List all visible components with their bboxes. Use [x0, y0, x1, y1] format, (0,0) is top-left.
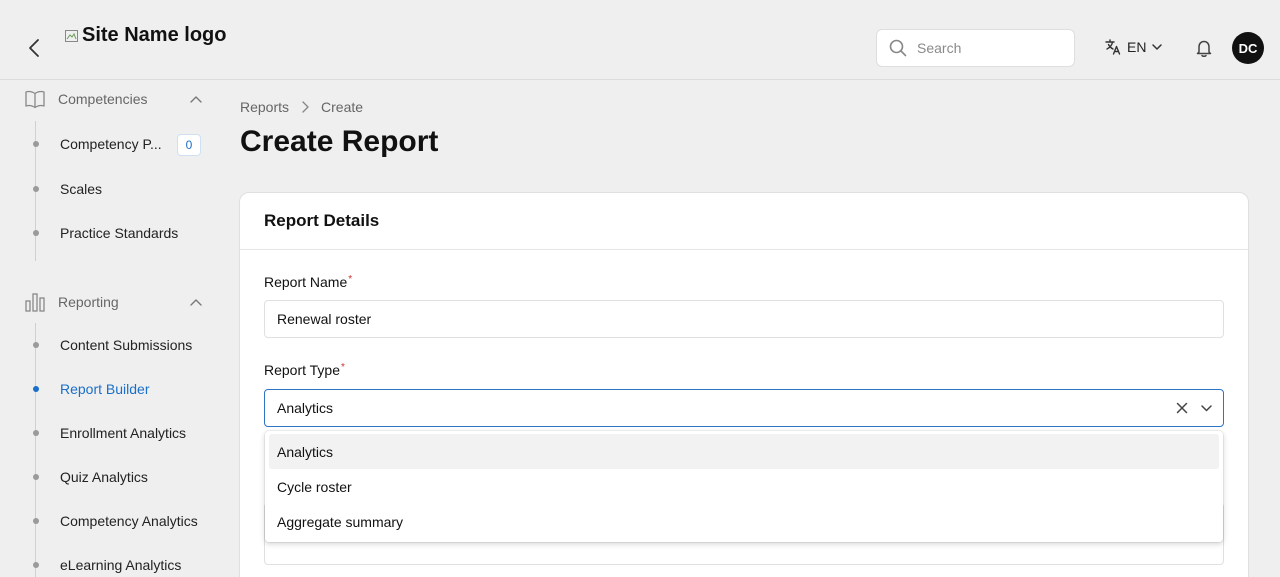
user-avatar[interactable]: DC: [1232, 32, 1264, 64]
search-box[interactable]: [876, 29, 1075, 67]
sidebar-item-label: eLearning Analytics: [60, 557, 182, 573]
sidebar-item-content-submissions[interactable]: Content Submissions: [30, 337, 192, 353]
sidebar-item-report-builder[interactable]: Report Builder: [30, 381, 150, 397]
sidebar-section-reporting[interactable]: Reporting: [24, 291, 202, 313]
site-logo-alt-text: Site Name logo: [82, 24, 227, 46]
search-icon: [889, 39, 907, 57]
chevron-right-icon: [301, 101, 309, 113]
sidebar-item-label: Report Builder: [60, 381, 150, 397]
sidebar-item-label: Scales: [60, 181, 103, 197]
sidebar-item-label: Competency Analytics: [60, 513, 198, 529]
notifications-button[interactable]: [1194, 38, 1214, 63]
site-logo[interactable]: Site Name logo: [64, 24, 226, 47]
dropdown-option-analytics[interactable]: Analytics: [269, 434, 1219, 469]
chevron-up-icon: [190, 96, 202, 103]
tree-dot: [33, 430, 39, 436]
required-marker: *: [348, 274, 353, 285]
sidebar-item-enrollment-analytics[interactable]: Enrollment Analytics: [30, 425, 186, 441]
sidebar-item-scales[interactable]: Scales: [30, 181, 102, 197]
tree-dot: [33, 518, 39, 524]
page-title: Create Report: [240, 125, 439, 158]
chevron-down-icon: [1200, 404, 1212, 411]
count-badge: 0: [177, 134, 201, 156]
report-type-label-text: Report Type: [264, 362, 341, 378]
dropdown-option-cycle-roster[interactable]: Cycle roster: [269, 469, 1219, 504]
sidebar-item-competency-profiles[interactable]: Competency P...: [30, 136, 162, 152]
sidebar-item-label: Enrollment Analytics: [60, 425, 187, 441]
chevron-up-icon: [190, 299, 202, 306]
tree-dot: [33, 186, 39, 192]
report-type-value: Analytics: [277, 400, 334, 416]
broken-image-icon: [65, 29, 78, 42]
report-name-input[interactable]: [264, 300, 1224, 338]
sidebar-item-label: Content Submissions: [60, 337, 193, 353]
dropdown-toggle[interactable]: [1197, 399, 1215, 417]
bell-icon: [1196, 40, 1212, 57]
report-name-label-text: Report Name: [264, 274, 348, 290]
close-icon: [1176, 402, 1188, 414]
tree-dot: [33, 386, 39, 392]
breadcrumb-reports[interactable]: Reports: [240, 99, 289, 115]
language-code: EN: [1127, 39, 1147, 55]
language-selector[interactable]: EN: [1104, 38, 1163, 56]
sidebar-section-label: Reporting: [58, 294, 119, 310]
sidebar-item-elearning-analytics[interactable]: eLearning Analytics: [30, 557, 181, 573]
required-marker: *: [341, 362, 345, 373]
sidebar-item-label: Quiz Analytics: [60, 469, 148, 485]
sidebar-section-competencies[interactable]: Competencies: [24, 89, 202, 109]
top-bar: Site Name logo EN DC: [0, 0, 1280, 80]
book-icon: [25, 90, 45, 109]
translate-icon: [1105, 39, 1121, 55]
breadcrumb-current: Create: [321, 99, 364, 115]
back-button[interactable]: [22, 36, 46, 60]
bar-chart-icon: [25, 293, 45, 312]
clear-selection-button[interactable]: [1173, 399, 1191, 417]
report-type-select[interactable]: Analytics: [264, 389, 1224, 427]
sidebar-item-practice-standards[interactable]: Practice Standards: [30, 225, 178, 241]
tree-line: [35, 323, 36, 577]
report-type-label: Report Type*: [264, 362, 345, 378]
dropdown-option-aggregate-summary[interactable]: Aggregate summary: [269, 504, 1219, 539]
sidebar-item-quiz-analytics[interactable]: Quiz Analytics: [30, 469, 148, 485]
breadcrumb: Reports Create: [240, 99, 363, 115]
chevron-down-icon: [1152, 44, 1163, 50]
chevron-left-icon: [29, 39, 39, 57]
search-input[interactable]: [917, 40, 1057, 56]
sidebar-item-label: Competency P...: [60, 136, 162, 152]
sidebar-section-label: Competencies: [58, 91, 148, 107]
tree-dot: [33, 562, 39, 568]
tree-dot: [33, 141, 39, 147]
tree-dot: [33, 474, 39, 480]
card-title: Report Details: [240, 193, 1248, 250]
report-name-label: Report Name*: [264, 274, 352, 290]
sidebar-item-label: Practice Standards: [60, 225, 179, 241]
report-type-dropdown-menu: Analytics Cycle roster Aggregate summary: [265, 431, 1223, 542]
sidebar-item-competency-analytics[interactable]: Competency Analytics: [30, 513, 198, 529]
tree-dot: [33, 342, 39, 348]
tree-dot: [33, 230, 39, 236]
